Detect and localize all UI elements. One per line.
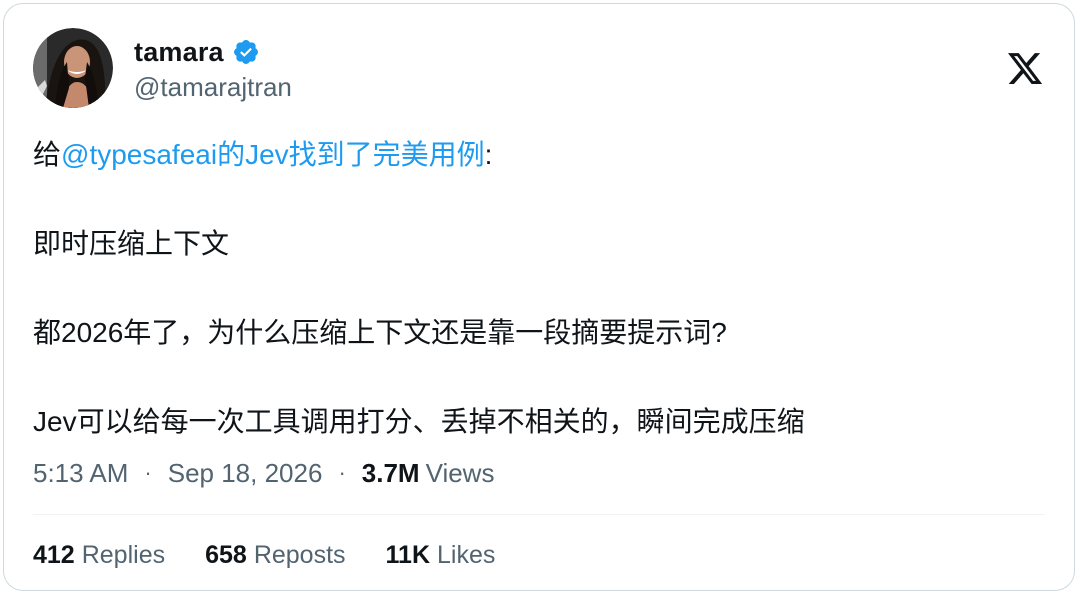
mention-link[interactable]: @typesafeai的Jev找到了完美用例 [61, 139, 485, 170]
verified-badge-icon[interactable] [232, 38, 260, 66]
tweet-meta: 5:13 AM · Sep 18, 2026 · 3.7M Views [33, 454, 494, 492]
tweet-line-1-suffix: : [484, 139, 493, 170]
divider [33, 514, 1045, 515]
tweet-line-1-prefix: 给 [33, 139, 62, 170]
replies-count: 412 [33, 540, 75, 569]
tweet-line-3: 都2026年了，为什么压缩上下文还是靠一段摘要提示词? [33, 317, 727, 348]
tweet-text: 给@typesafeai的Jev找到了完美用例: 即时压缩上下文 都2026年了… [33, 133, 1043, 445]
likes-count: 11K [385, 540, 431, 569]
likes-label: Likes [437, 540, 496, 569]
tweet-line-1: 给@typesafeai的Jev找到了完美用例: [33, 133, 1043, 178]
x-logo-icon[interactable] [1006, 53, 1044, 89]
likes-stat[interactable]: 11K Likes [386, 541, 496, 570]
reposts-count: 658 [205, 540, 247, 569]
tweet-line-2: 即时压缩上下文 [33, 228, 230, 259]
views-count[interactable]: 3.7M [362, 458, 420, 489]
author-name-row: tamara [134, 34, 260, 70]
meta-separator: · [338, 460, 346, 485]
tweet-line-4: Jev可以给每一次工具调用打分、丢掉不相关的，瞬间完成压缩 [33, 406, 805, 437]
reposts-stat[interactable]: 658 Reposts [205, 541, 345, 570]
meta-separator: · [144, 460, 152, 485]
author-display-name[interactable]: tamara [134, 37, 224, 68]
tweet-date[interactable]: Sep 18, 2026 [168, 458, 323, 489]
views-label[interactable]: Views [426, 458, 495, 489]
avatar[interactable] [33, 28, 113, 108]
tweet-time[interactable]: 5:13 AM [33, 458, 128, 489]
avatar-photo-icon [33, 28, 113, 108]
engagement-stats: 412 Replies 658 Reposts 11K Likes [33, 536, 535, 574]
replies-label: Replies [81, 540, 166, 569]
author-handle[interactable]: @tamarajtran [134, 72, 292, 103]
replies-stat[interactable]: 412 Replies [33, 541, 165, 570]
reposts-label: Reposts [253, 540, 346, 569]
